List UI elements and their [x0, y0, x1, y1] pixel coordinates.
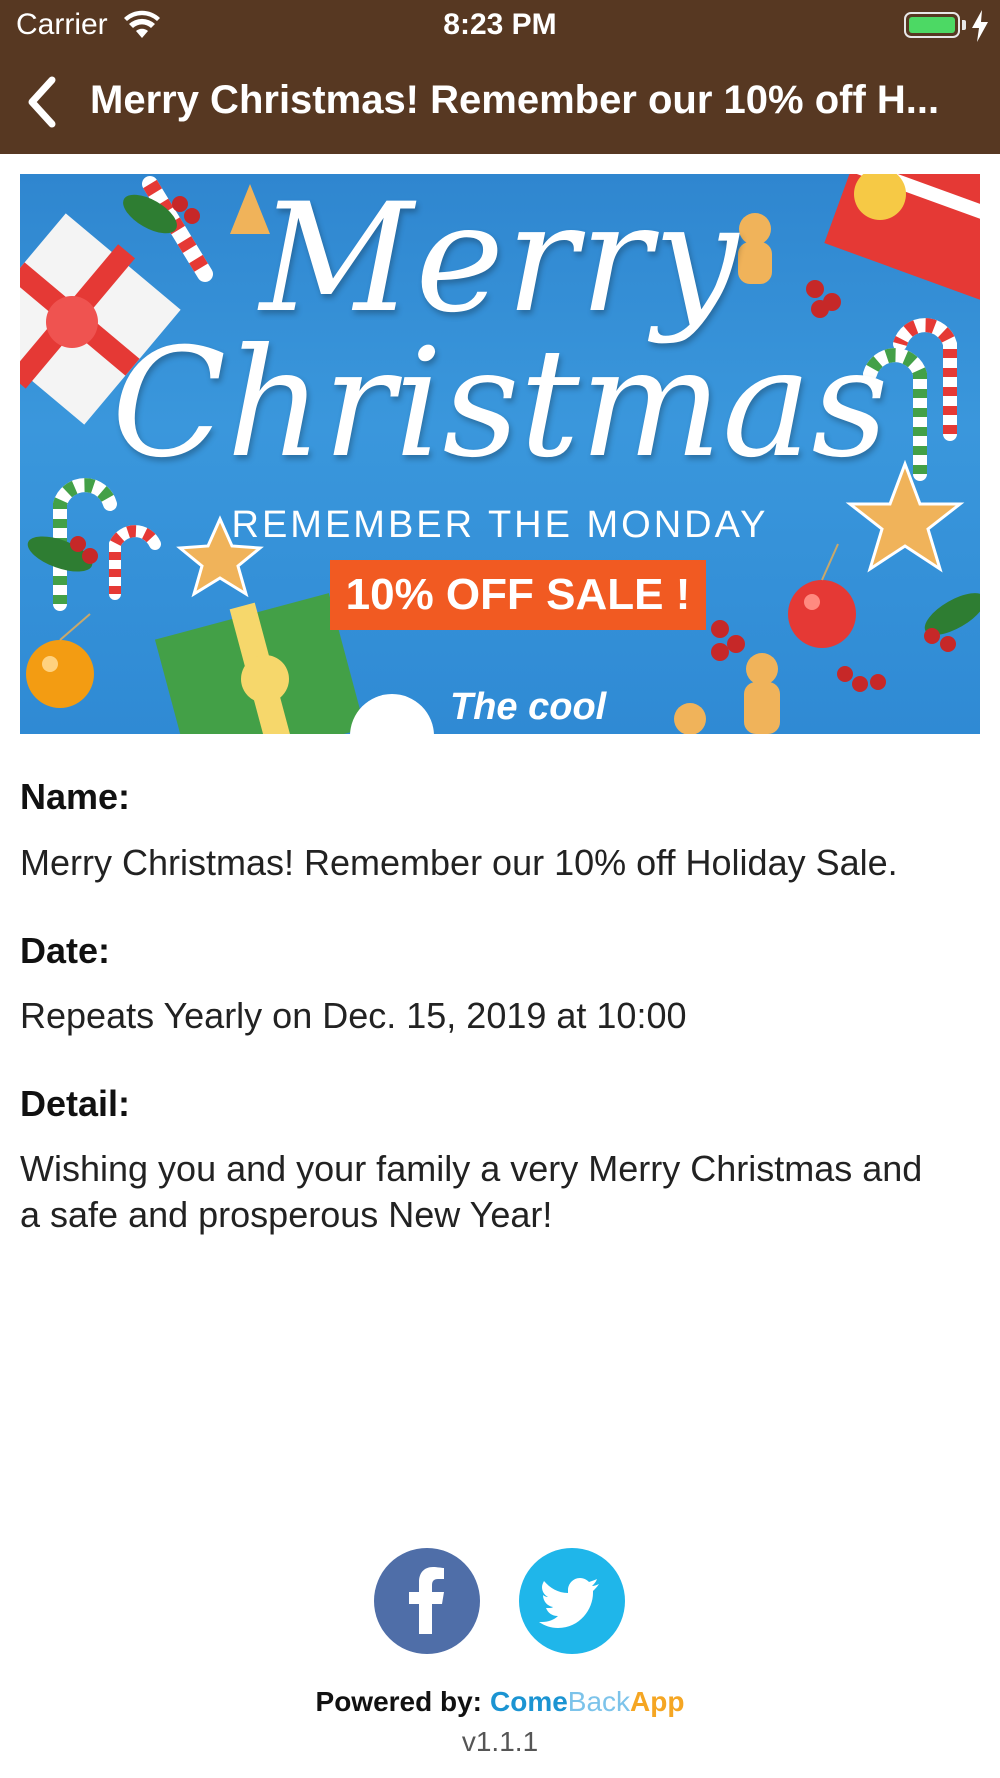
brand-part-back: Back — [567, 1686, 631, 1717]
charging-bolt-icon — [972, 10, 988, 42]
banner-brand-text: The cool — [450, 686, 607, 728]
app-version: v1.1.1 — [461, 1726, 539, 1757]
status-bar: Carrier 8:23 PM — [0, 0, 1000, 50]
battery-icon — [904, 12, 960, 38]
nav-title: Merry Christmas! Remember our 10% off H.… — [90, 78, 940, 122]
brand-part-app: App — [630, 1686, 685, 1717]
detail-label: Detail: — [20, 1083, 131, 1124]
twitter-button[interactable] — [519, 1548, 625, 1654]
detail-value: Wishing you and your family a very Merry… — [20, 1148, 923, 1235]
comebackapp-link[interactable]: ComeBackApp — [490, 1686, 684, 1717]
banner-merry-text: Merry — [259, 174, 741, 346]
facebook-icon — [409, 1567, 444, 1634]
status-time: 8:23 PM — [443, 8, 557, 41]
navigation-bar: Merry Christmas! Remember our 10% off H.… — [0, 50, 1000, 154]
date-value: Repeats Yearly on Dec. 15, 2019 at 10:00 — [20, 995, 687, 1036]
date-label: Date: — [20, 930, 111, 971]
powered-by-label: Powered by: — [315, 1686, 482, 1717]
brand-part-come: Come — [490, 1686, 568, 1717]
facebook-button[interactable] — [374, 1548, 480, 1654]
twitter-icon — [539, 1578, 599, 1628]
banner-remember-text: REMEMBER THE MONDAY — [231, 504, 769, 546]
top-bar: Carrier 8:23 PM Merry Christmas! Remembe… — [0, 0, 1000, 154]
name-value: Merry Christmas! Remember our 10% off Ho… — [20, 842, 898, 883]
name-label: Name: — [20, 776, 131, 817]
banner-christmas-text: Christmas — [111, 317, 889, 491]
battery-cap — [962, 20, 966, 30]
promo-banner-image: Merry Christmas REMEMBER THE MONDAY 10% … — [20, 174, 980, 734]
banner-sale-badge: 10% OFF SALE ! — [330, 560, 706, 630]
back-chevron-icon[interactable] — [22, 74, 66, 130]
powered-by: Powered by: ComeBackApp — [0, 1686, 1000, 1718]
